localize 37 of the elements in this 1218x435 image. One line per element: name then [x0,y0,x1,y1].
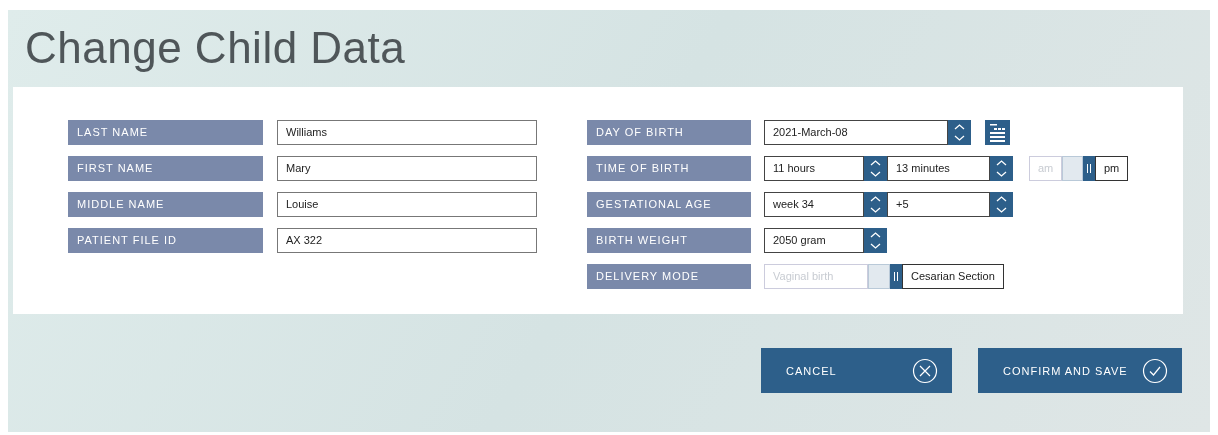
field-label: FIRST NAME [68,156,263,181]
input-field[interactable]: 2050 gram [764,228,864,253]
cancel-button[interactable]: CANCEL [761,348,952,393]
check-icon [1142,357,1168,384]
input-field[interactable]: +5 [887,192,990,217]
page-title: Change Child Data [24,22,407,74]
field-label: DELIVERY MODE [587,264,751,289]
toggle-option[interactable]: Cesarian Section [902,264,1004,289]
input-field[interactable]: 2021-March-08 [764,120,948,145]
toggle-track [1062,156,1083,181]
input-field[interactable]: week 34 [764,192,864,217]
grip-icon[interactable] [890,264,902,289]
grip-icon[interactable] [1083,156,1095,181]
input-field[interactable]: 13 minutes [887,156,990,181]
field-label: BIRTH WEIGHT [587,228,751,253]
field-label: PATIENT FILE ID [68,228,263,253]
toggle-track [868,264,890,289]
field-label: GESTATIONAL AGE [587,192,751,217]
spinner-button[interactable] [864,192,887,217]
field-label: LAST NAME [68,120,263,145]
input-field[interactable]: Mary [277,156,537,181]
confirm-button[interactable]: CONFIRM AND SAVE [978,348,1182,393]
spinner-button[interactable] [990,156,1013,181]
close-icon [912,357,938,384]
spinner-button[interactable] [948,120,971,145]
field-label: DAY OF BIRTH [587,120,751,145]
spinner-button[interactable] [864,156,887,181]
spinner-button[interactable] [990,192,1013,217]
input-field[interactable]: Williams [277,120,537,145]
input-field[interactable]: Louise [277,192,537,217]
calendar-icon[interactable] [985,120,1010,145]
spinner-button[interactable] [864,228,887,253]
field-label: TIME OF BIRTH [587,156,751,181]
input-field[interactable]: 11 hours [764,156,864,181]
toggle-option[interactable]: pm [1095,156,1129,181]
field-label: MIDDLE NAME [68,192,263,217]
input-field[interactable]: AX 322 [277,228,537,253]
